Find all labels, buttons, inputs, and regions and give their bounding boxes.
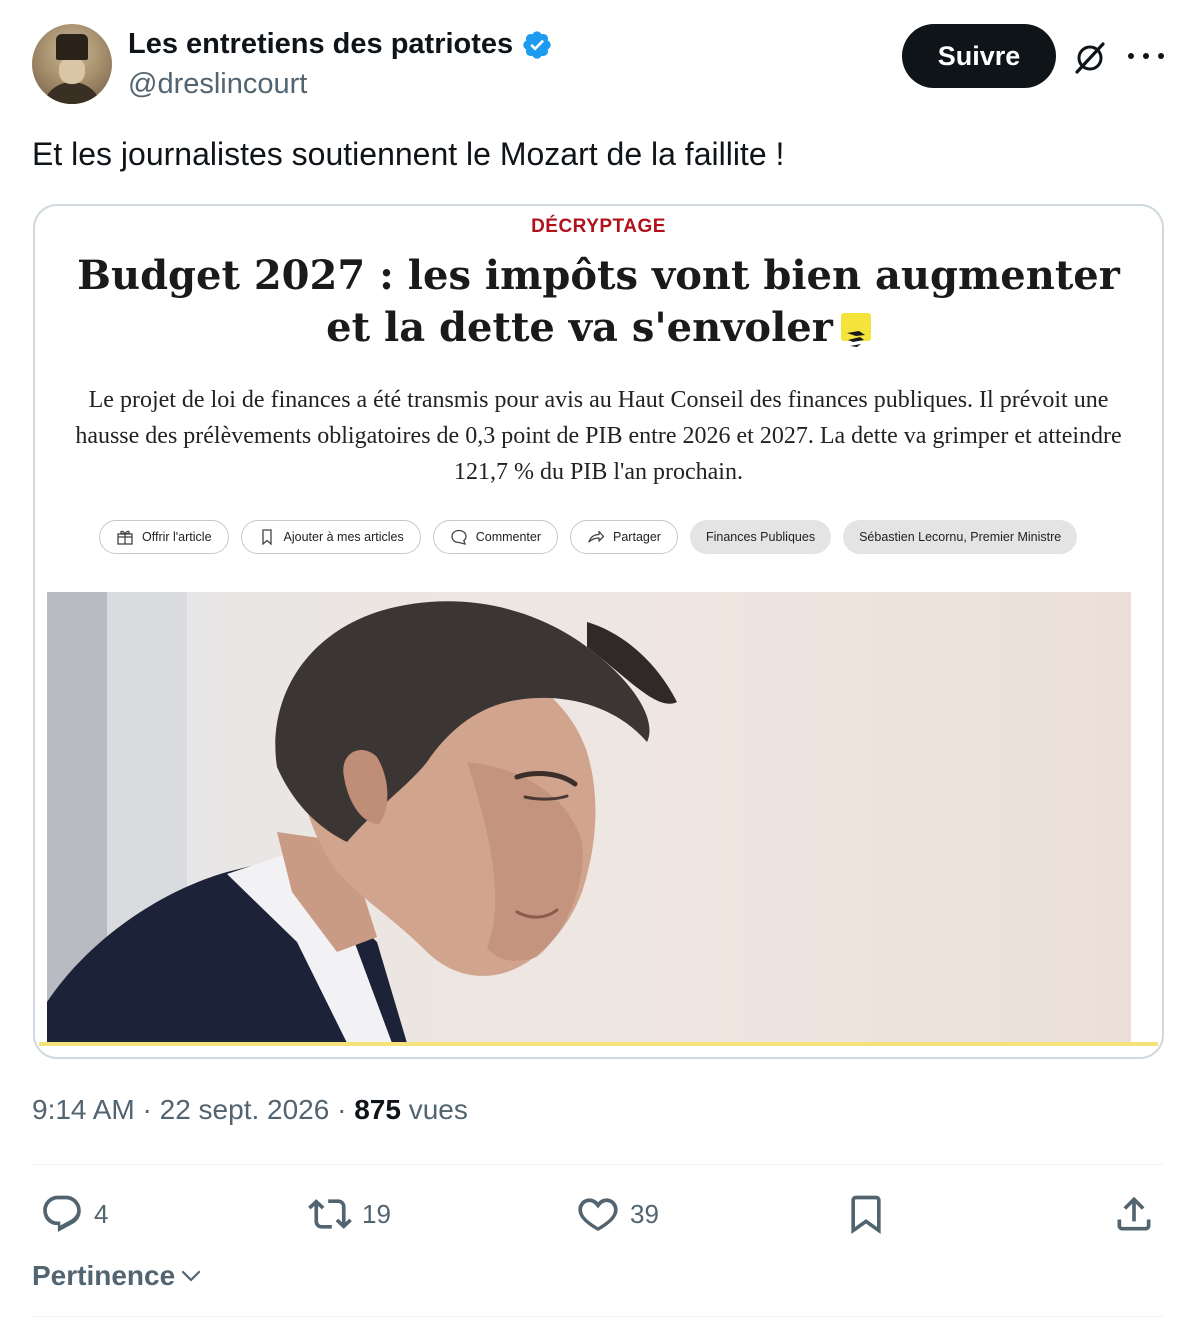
- add-to-my-articles-label: Ajouter à mes articles: [283, 530, 404, 544]
- like-button[interactable]: 39: [576, 1192, 659, 1236]
- tweet-time[interactable]: 9:14 AM: [32, 1094, 135, 1125]
- offer-article-button[interactable]: Offrir l'article: [99, 520, 229, 554]
- tag-sebastien-lecornu[interactable]: Sébastien Lecornu, Premier Ministre: [843, 520, 1078, 554]
- comment-label: Commenter: [475, 530, 542, 544]
- sort-label: Pertinence: [32, 1260, 176, 1291]
- repost-count: 19: [362, 1198, 391, 1229]
- meta-separator: ·: [337, 1094, 355, 1125]
- card-accent-line: [39, 1042, 1158, 1046]
- chevron-down-icon: [182, 1270, 201, 1282]
- tweet-meta: 9:14 AM · 22 sept. 2026 · 875 vues: [32, 1094, 468, 1126]
- publisher-logo-icon: [840, 313, 871, 347]
- comment-icon: [451, 529, 467, 545]
- share-label: Partager: [613, 530, 661, 544]
- bookmark-icon: [261, 529, 272, 546]
- article-photo: [47, 592, 1131, 1043]
- bookmark-button[interactable]: [844, 1192, 888, 1236]
- divider-top: [32, 1164, 1164, 1165]
- reply-button[interactable]: 4: [40, 1192, 108, 1236]
- comment-button[interactable]: Commenter: [432, 520, 559, 554]
- article-photo-illustration: [47, 592, 677, 1043]
- repost-button[interactable]: 19: [308, 1192, 391, 1236]
- article-kicker: DÉCRYPTAGE: [531, 216, 666, 237]
- bookmark-icon: [851, 1195, 881, 1235]
- gift-icon: [117, 530, 133, 545]
- share-button[interactable]: [1112, 1192, 1156, 1236]
- repost-icon: [308, 1199, 352, 1229]
- article-headline: Budget 2027 : les impôts vont bien augme…: [55, 250, 1142, 354]
- share-icon: [1117, 1196, 1151, 1231]
- grok-slash-icon[interactable]: [1072, 40, 1108, 76]
- verified-badge-icon: [523, 30, 551, 59]
- tweet-date[interactable]: 22 sept. 2026: [160, 1094, 330, 1125]
- tag-finances-publiques[interactable]: Finances Publiques: [689, 520, 832, 554]
- more-dots-icon[interactable]: [1128, 40, 1164, 72]
- avatar-coat: [42, 82, 102, 104]
- article-card[interactable]: DÉCRYPTAGE Budget 2027 : les impôts vont…: [33, 204, 1164, 1059]
- author-avatar[interactable]: [32, 24, 112, 104]
- add-to-my-articles-button[interactable]: Ajouter à mes articles: [240, 520, 421, 554]
- article-actions: Offrir l'article Ajouter à mes articles …: [99, 520, 1078, 554]
- avatar-face: [59, 58, 85, 84]
- views-label: vues: [408, 1094, 468, 1125]
- article-lede: Le projet de loi de finances a été trans…: [75, 387, 1122, 485]
- author-name-row[interactable]: Les entretiens des patriotes: [128, 28, 553, 61]
- tweet-text: Et les journalistes soutiennent le Mozar…: [32, 136, 785, 172]
- replies-sort-dropdown[interactable]: Pertinence: [32, 1260, 203, 1292]
- reply-icon: [43, 1195, 81, 1233]
- reply-count: 4: [94, 1198, 109, 1229]
- author-handle[interactable]: @dreslincourt: [128, 68, 307, 101]
- avatar-kepi: [56, 34, 88, 60]
- author-display-name[interactable]: Les entretiens des patriotes: [128, 28, 513, 61]
- offer-article-label: Offrir l'article: [142, 530, 212, 544]
- divider-bottom: [32, 1316, 1164, 1317]
- meta-separator: ·: [142, 1094, 160, 1125]
- share-arrow-icon: [588, 530, 605, 543]
- like-count: 39: [630, 1198, 659, 1229]
- views-count: 875: [354, 1094, 401, 1125]
- article-headline-text: Budget 2027 : les impôts vont bien augme…: [77, 252, 1120, 351]
- heart-icon: [578, 1198, 618, 1232]
- share-button[interactable]: Partager: [570, 520, 678, 554]
- follow-button[interactable]: Suivre: [902, 24, 1056, 88]
